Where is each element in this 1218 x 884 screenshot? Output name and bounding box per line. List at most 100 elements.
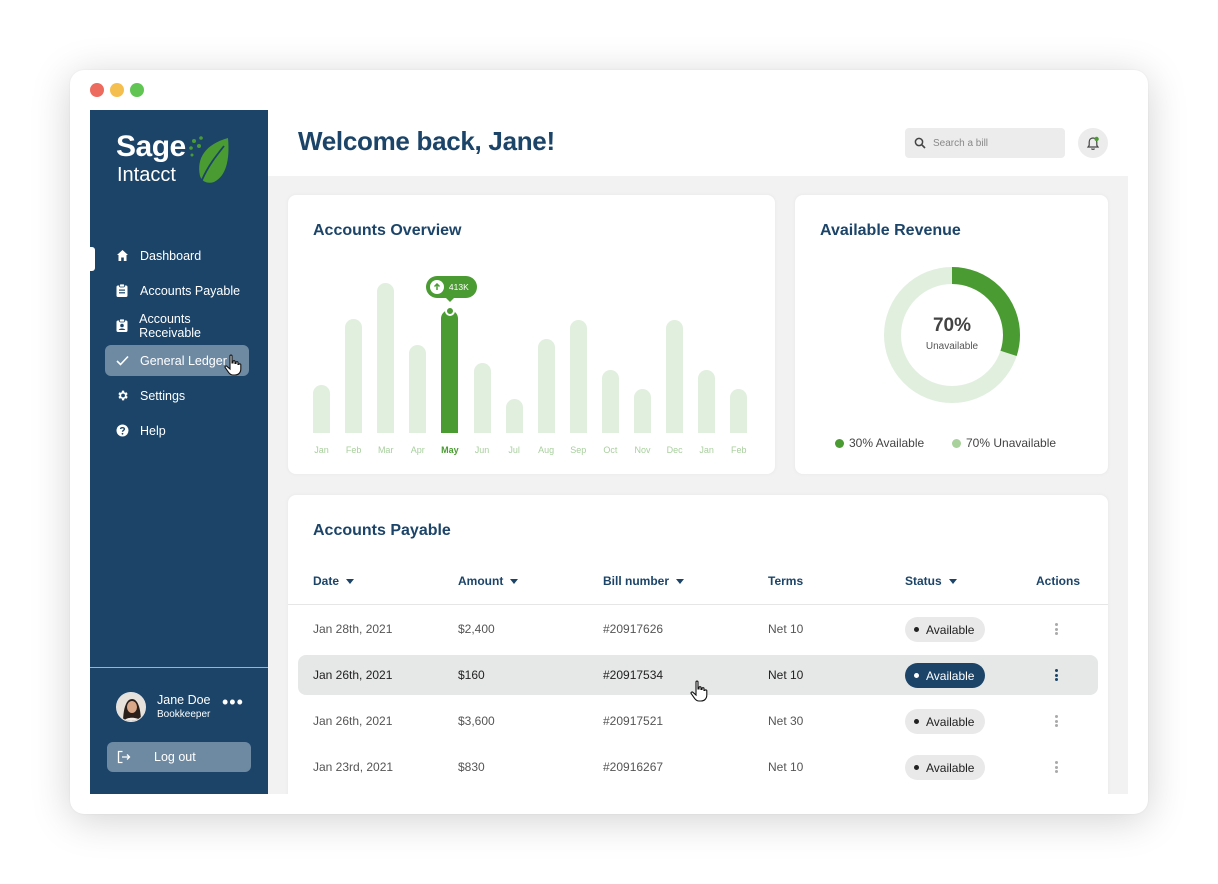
bar-label: Jan (314, 445, 329, 455)
sidebar-item-label: Help (140, 423, 166, 438)
page-title: Welcome back, Jane! (298, 126, 555, 156)
bar-mar[interactable] (377, 283, 395, 433)
bar-chart: Jan Feb Mar Apr May 413K Jun Jul Aug Sep Oct Nov Dec… (313, 276, 753, 455)
sidebar-item-label: Settings (140, 388, 186, 403)
logo-wordmark: Sage (116, 130, 186, 163)
tooltip-tail (444, 297, 455, 302)
search-input[interactable] (933, 137, 1053, 149)
table-header-divider (288, 604, 1108, 605)
logout-label: Log out (154, 750, 196, 764)
row-actions-menu-icon[interactable] (1050, 622, 1062, 636)
status-dot (914, 765, 919, 770)
notifications-button[interactable] (1078, 128, 1108, 158)
logo[interactable]: Sage Intacct (116, 130, 236, 186)
bar-jan[interactable] (313, 385, 330, 433)
bar-apr[interactable] (409, 345, 427, 433)
bar-label: Jan (699, 445, 714, 455)
cell-terms: Net 30 (768, 714, 804, 728)
column-header-bill-number[interactable]: Bill number (603, 574, 685, 588)
column-header-label: Amount (458, 574, 504, 588)
sidebar-divider (90, 667, 268, 668)
status-label: Available (926, 622, 975, 637)
bar-label: Mar (377, 445, 394, 455)
sidebar-item-dashboard[interactable]: Dashboard (105, 240, 249, 271)
bar-label: May (441, 445, 459, 455)
user-more-button[interactable]: ••• (222, 693, 244, 711)
donut-label: Unavailable (925, 341, 979, 352)
leaf-icon (189, 136, 229, 183)
app-window: Sage Intacct Dashboard Accounts Payable … (70, 70, 1148, 814)
legend-label: 70% Unavailable (966, 436, 1057, 450)
user-role: Bookkeeper (157, 709, 211, 720)
bar-tooltip: 413K (425, 276, 477, 302)
maximize-window-button[interactable] (130, 83, 144, 97)
logout-icon (117, 750, 131, 764)
clipboard-icon (115, 284, 129, 298)
sidebar-item-label: Dashboard (140, 248, 202, 263)
cell-terms: Net 10 (768, 760, 804, 774)
sort-down-icon[interactable] (346, 578, 355, 584)
cell-amount: $160 (458, 668, 485, 682)
cell-bill-number: #20917521 (603, 714, 664, 728)
row-actions-menu-icon[interactable] (1050, 668, 1062, 682)
cell-date: Jan 23rd, 2021 (313, 760, 394, 774)
bar-may-active[interactable] (441, 310, 459, 433)
sidebar-item-label: Accounts Payable (140, 283, 241, 298)
legend-item-available: 30% Available (835, 436, 924, 450)
row-actions-menu-icon[interactable] (1050, 714, 1062, 728)
bell-icon (1086, 136, 1100, 150)
cell-terms: Net 10 (768, 622, 804, 636)
logout-button[interactable]: Log out (107, 742, 251, 772)
sort-down-icon[interactable] (948, 578, 957, 584)
bar-dec[interactable] (666, 320, 684, 433)
bar-feb[interactable] (730, 389, 748, 433)
bar-feb[interactable] (345, 319, 363, 433)
hand-cursor-icon (224, 354, 242, 376)
bar-nov[interactable] (634, 389, 651, 433)
status-badge: Available (905, 709, 986, 734)
column-header-date[interactable]: Date (313, 574, 355, 588)
status-label: Available (926, 714, 975, 729)
status-dot (914, 719, 919, 724)
sidebar-item-help[interactable]: Help (105, 415, 249, 446)
help-icon (115, 424, 129, 438)
sort-down-icon[interactable] (510, 578, 519, 584)
table-row[interactable]: Jan 28th, 2021 $2,400 #20917626 Net 10 A… (298, 609, 1098, 649)
logo-product: Intacct (117, 164, 176, 186)
sidebar-item-label: General Ledger (140, 353, 227, 368)
legend-dot (952, 438, 961, 448)
column-header-amount[interactable]: Amount (458, 574, 519, 588)
bar-label: Feb (731, 445, 747, 455)
sidebar-item-settings[interactable]: Settings (105, 380, 249, 411)
table-row[interactable]: Jan 26th, 2021 $3,600 #20917521 Net 30 A… (298, 701, 1098, 741)
avatar[interactable] (116, 692, 146, 722)
bar-jul[interactable] (505, 399, 523, 433)
user-name: Jane Doe (157, 693, 211, 707)
status-dot (914, 627, 919, 632)
sort-down-icon[interactable] (676, 578, 685, 584)
column-header-status[interactable]: Status (905, 574, 957, 588)
bar-jan[interactable] (698, 370, 716, 433)
bar-aug[interactable] (537, 339, 555, 433)
sidebar-item-accounts-payable[interactable]: Accounts Payable (105, 275, 249, 306)
table-row[interactable]: Jan 26th, 2021 $160 #20917534 Net 10 Ava… (298, 655, 1098, 702)
sidebar-item-accounts-receivable[interactable]: Accounts Receivable (105, 310, 249, 341)
cell-terms: Net 10 (768, 668, 804, 682)
sidebar-item-label: Accounts Receivable (139, 311, 202, 340)
column-header-actions: Actions (1036, 574, 1080, 588)
bar-oct[interactable] (601, 370, 619, 433)
column-header-label: Actions (1036, 574, 1081, 588)
status-badge: Available (905, 663, 986, 688)
close-window-button[interactable] (90, 83, 104, 97)
table-row[interactable]: Jan 23rd, 2021 $830 #20916267 Net 10 Ava… (298, 747, 1098, 787)
highlight-point (444, 306, 455, 316)
bar-jun[interactable] (473, 363, 491, 433)
nav-active-indicator (90, 247, 95, 271)
search-icon (914, 137, 926, 149)
search-box[interactable] (905, 128, 1065, 158)
bar-sep[interactable] (569, 320, 587, 433)
row-actions-menu-icon[interactable] (1050, 760, 1062, 774)
minimize-window-button[interactable] (110, 83, 124, 97)
window-controls (90, 83, 144, 97)
card-title: Available Revenue (820, 222, 961, 239)
